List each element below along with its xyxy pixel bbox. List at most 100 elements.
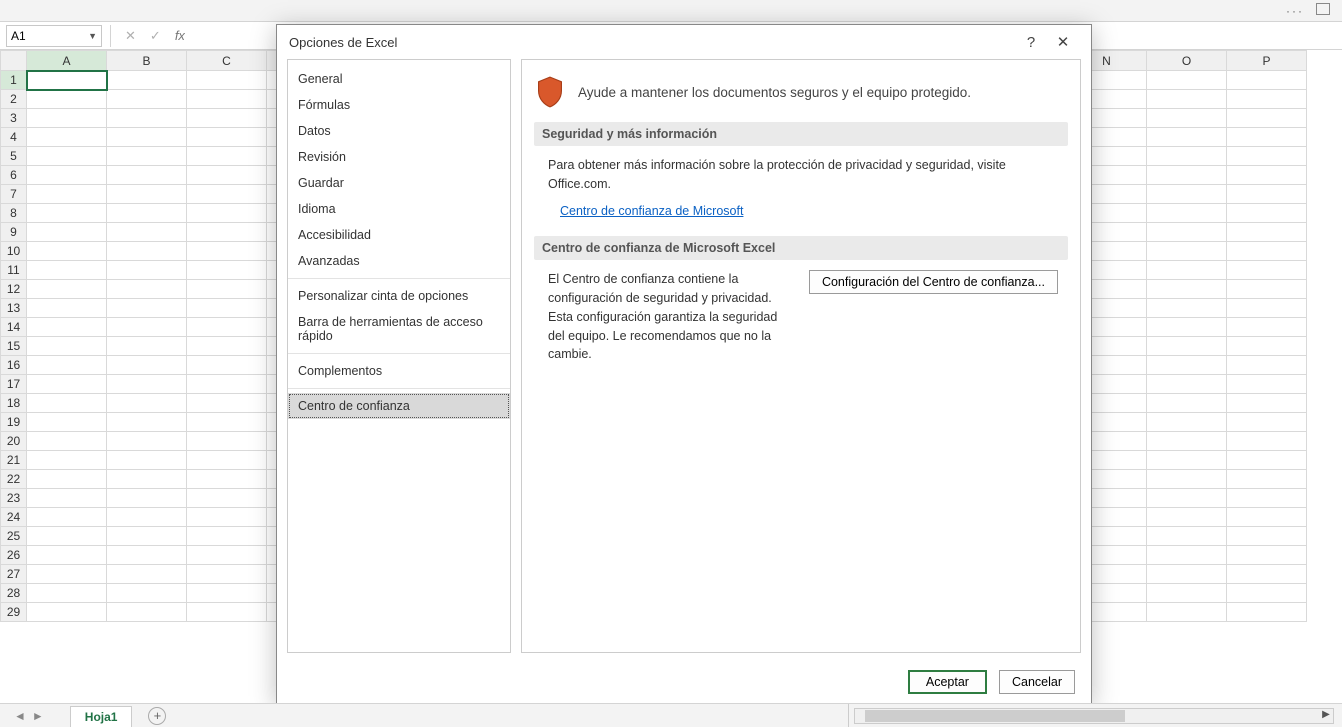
nav-item[interactable]: General — [288, 66, 510, 92]
cell[interactable] — [1227, 527, 1307, 546]
cell[interactable] — [27, 394, 107, 413]
cell[interactable] — [27, 242, 107, 261]
cell[interactable] — [27, 337, 107, 356]
cell[interactable] — [187, 451, 267, 470]
chevron-down-icon[interactable]: ▼ — [88, 31, 97, 41]
cell[interactable] — [27, 166, 107, 185]
cell[interactable] — [187, 394, 267, 413]
cell[interactable] — [27, 584, 107, 603]
nav-item[interactable]: Complementos — [288, 358, 510, 384]
cell[interactable] — [27, 128, 107, 147]
cell[interactable] — [107, 242, 187, 261]
row-header[interactable]: 14 — [1, 318, 27, 337]
cell[interactable] — [1227, 223, 1307, 242]
cell[interactable] — [1147, 546, 1227, 565]
row-header[interactable]: 27 — [1, 565, 27, 584]
cell[interactable] — [1147, 432, 1227, 451]
nav-item[interactable]: Avanzadas — [288, 248, 510, 274]
nav-item[interactable]: Guardar — [288, 170, 510, 196]
cell[interactable] — [1147, 223, 1227, 242]
cell[interactable] — [187, 242, 267, 261]
cell[interactable] — [107, 204, 187, 223]
cell[interactable] — [107, 451, 187, 470]
cell[interactable] — [1227, 546, 1307, 565]
cell[interactable] — [27, 603, 107, 622]
close-icon[interactable]: ✕ — [1047, 33, 1079, 51]
prev-sheet-icon[interactable]: ◄ — [14, 709, 26, 723]
select-all-corner[interactable] — [1, 51, 27, 71]
cell[interactable] — [27, 527, 107, 546]
cell[interactable] — [187, 356, 267, 375]
cell[interactable] — [27, 109, 107, 128]
cell[interactable] — [187, 90, 267, 109]
cell[interactable] — [187, 223, 267, 242]
cell[interactable] — [107, 90, 187, 109]
cell[interactable] — [187, 527, 267, 546]
horizontal-scrollbar[interactable]: ▶ — [854, 708, 1334, 724]
cell[interactable] — [27, 546, 107, 565]
cell[interactable] — [107, 527, 187, 546]
cell[interactable] — [1227, 147, 1307, 166]
cell[interactable] — [27, 261, 107, 280]
row-header[interactable]: 26 — [1, 546, 27, 565]
row-header[interactable]: 9 — [1, 223, 27, 242]
col-header[interactable]: A — [27, 51, 107, 71]
cell[interactable] — [107, 280, 187, 299]
col-header[interactable]: B — [107, 51, 187, 71]
cell[interactable] — [187, 147, 267, 166]
cell[interactable] — [187, 261, 267, 280]
cell[interactable] — [1227, 185, 1307, 204]
cell[interactable] — [187, 109, 267, 128]
row-header[interactable]: 16 — [1, 356, 27, 375]
cell[interactable] — [1227, 432, 1307, 451]
cell[interactable] — [107, 185, 187, 204]
nav-item[interactable]: Datos — [288, 118, 510, 144]
cell[interactable] — [187, 71, 267, 90]
row-header[interactable]: 25 — [1, 527, 27, 546]
cell[interactable] — [107, 375, 187, 394]
row-header[interactable]: 10 — [1, 242, 27, 261]
nav-item[interactable]: Fórmulas — [288, 92, 510, 118]
cell[interactable] — [1147, 280, 1227, 299]
cell[interactable] — [1147, 204, 1227, 223]
cell[interactable] — [107, 318, 187, 337]
cell[interactable] — [1227, 337, 1307, 356]
row-header[interactable]: 22 — [1, 470, 27, 489]
sheet-tab-hoja1[interactable]: Hoja1 — [70, 706, 133, 727]
cell[interactable] — [1227, 508, 1307, 527]
cell[interactable] — [1147, 166, 1227, 185]
row-header[interactable]: 3 — [1, 109, 27, 128]
cell[interactable] — [1147, 337, 1227, 356]
row-header[interactable]: 8 — [1, 204, 27, 223]
cell[interactable] — [27, 356, 107, 375]
scrollbar-thumb[interactable] — [865, 710, 1125, 722]
cell[interactable] — [187, 204, 267, 223]
cell[interactable] — [1227, 90, 1307, 109]
cell[interactable] — [1147, 394, 1227, 413]
cell[interactable] — [27, 413, 107, 432]
cancel-button[interactable]: Cancelar — [999, 670, 1075, 694]
cell[interactable] — [1227, 394, 1307, 413]
window-restore-icon[interactable] — [1316, 3, 1330, 15]
cell[interactable] — [107, 223, 187, 242]
more-icon[interactable]: ··· — [1286, 4, 1304, 18]
cell[interactable] — [107, 470, 187, 489]
cell[interactable] — [107, 299, 187, 318]
col-header[interactable]: O — [1147, 51, 1227, 71]
row-header[interactable]: 28 — [1, 584, 27, 603]
col-header[interactable]: C — [187, 51, 267, 71]
cell[interactable] — [27, 565, 107, 584]
cell[interactable] — [107, 261, 187, 280]
cell[interactable] — [1227, 261, 1307, 280]
cell[interactable] — [187, 584, 267, 603]
row-header[interactable]: 11 — [1, 261, 27, 280]
cell[interactable] — [107, 489, 187, 508]
cell[interactable] — [27, 90, 107, 109]
fx-icon[interactable]: fx — [175, 28, 185, 43]
cell[interactable] — [107, 413, 187, 432]
row-header[interactable]: 29 — [1, 603, 27, 622]
cell[interactable] — [1227, 451, 1307, 470]
cell[interactable] — [27, 375, 107, 394]
cell[interactable] — [27, 451, 107, 470]
cell[interactable] — [1147, 356, 1227, 375]
